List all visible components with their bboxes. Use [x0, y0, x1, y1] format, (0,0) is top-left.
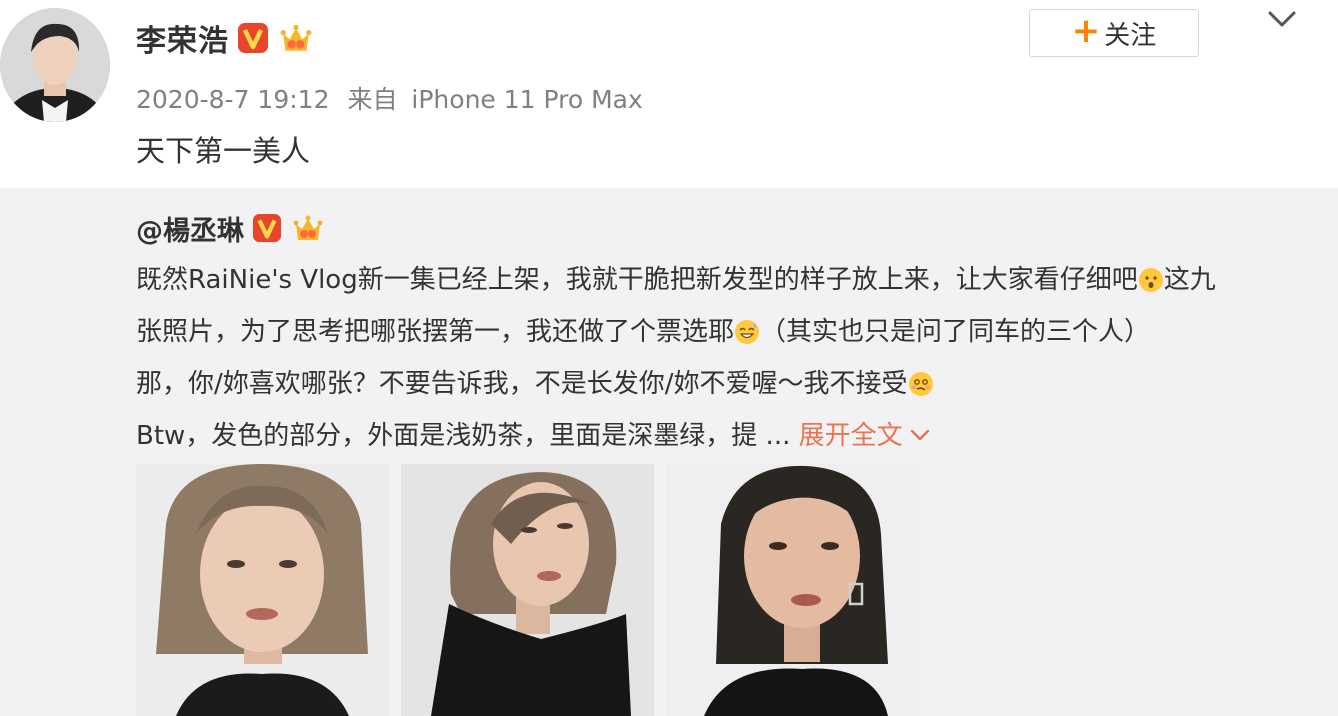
author-avatar[interactable]	[0, 8, 110, 122]
repost-card: @楊丞琳 既然RaiNie's Vlog新一集已经上架，我就干脆把新发型的样子放…	[0, 188, 1338, 716]
repost-line: 既然RaiNie's Vlog新一集已经上架，我就干脆把新发型的样子放上来，让大…	[136, 254, 1316, 306]
source-device[interactable]: iPhone 11 Pro Max	[411, 85, 642, 114]
crown-icon	[280, 24, 312, 51]
repost-author-name[interactable]: @楊丞琳	[136, 209, 244, 248]
repost-text-segment: 这九	[1163, 265, 1216, 295]
follow-label: 关注	[1104, 20, 1157, 51]
dizzy-emoji-icon	[908, 372, 933, 396]
verified-icon	[238, 23, 268, 53]
repost-author-row: @楊丞琳	[136, 208, 326, 248]
photo-thumbnail[interactable]	[136, 464, 389, 716]
repost-line: 张照片，为了思考把哪张摆第一，我还做了个票选耶 （其实也只是问了同车的三个人）	[136, 306, 1316, 358]
crown-icon	[293, 215, 323, 240]
plus-icon: +	[1071, 11, 1101, 51]
photo-grid	[136, 464, 919, 716]
repost-line: Btw，发色的部分，外面是浅奶茶，里面是深墨绿，提 ... 展开全文	[136, 410, 1316, 462]
post-text: 天下第一美人	[136, 134, 311, 168]
author-row: 李荣浩	[136, 16, 315, 60]
repost-text-segment: 那，你/妳喜欢哪张？不要告诉我，不是长发你/妳不爱喔～我不接受	[136, 369, 908, 399]
photo-thumbnail[interactable]	[401, 464, 654, 716]
hush-emoji-icon	[1138, 268, 1163, 292]
repost-line: 那，你/妳喜欢哪张？不要告诉我，不是长发你/妳不爱喔～我不接受	[136, 358, 1316, 410]
repost-text: 既然RaiNie's Vlog新一集已经上架，我就干脆把新发型的样子放上来，让大…	[136, 254, 1316, 462]
follow-button[interactable]: + 关注	[1029, 9, 1199, 57]
source-prefix: 来自	[347, 85, 398, 114]
expand-full-text-link[interactable]: 展开全文	[799, 421, 931, 451]
grin-sweat-emoji-icon	[735, 320, 760, 344]
repost-text-segment: 张照片，为了思考把哪张摆第一，我还做了个票选耶	[136, 317, 735, 347]
weibo-post: 李荣浩 + 关注 2020-8-7 19:12 来自 iPhone 11 Pro…	[0, 0, 1338, 716]
post-meta: 2020-8-7 19:12 来自 iPhone 11 Pro Max	[136, 80, 643, 116]
repost-text-segment: （其实也只是问了同车的三个人）	[760, 317, 1151, 347]
chevron-down-icon	[910, 429, 929, 441]
photo-thumbnail[interactable]	[666, 464, 919, 716]
chevron-down-icon[interactable]	[1266, 6, 1298, 34]
author-name[interactable]: 李荣浩	[136, 16, 229, 60]
verified-icon	[252, 213, 282, 243]
repost-text-segment: 既然RaiNie's Vlog新一集已经上架，我就干脆把新发型的样子放上来，让大…	[136, 265, 1138, 295]
expand-label: 展开全文	[798, 421, 903, 451]
repost-text-segment: Btw，发色的部分，外面是浅奶茶，里面是深墨绿，提 ...	[136, 421, 791, 451]
post-timestamp[interactable]: 2020-8-7 19:12	[136, 85, 329, 114]
